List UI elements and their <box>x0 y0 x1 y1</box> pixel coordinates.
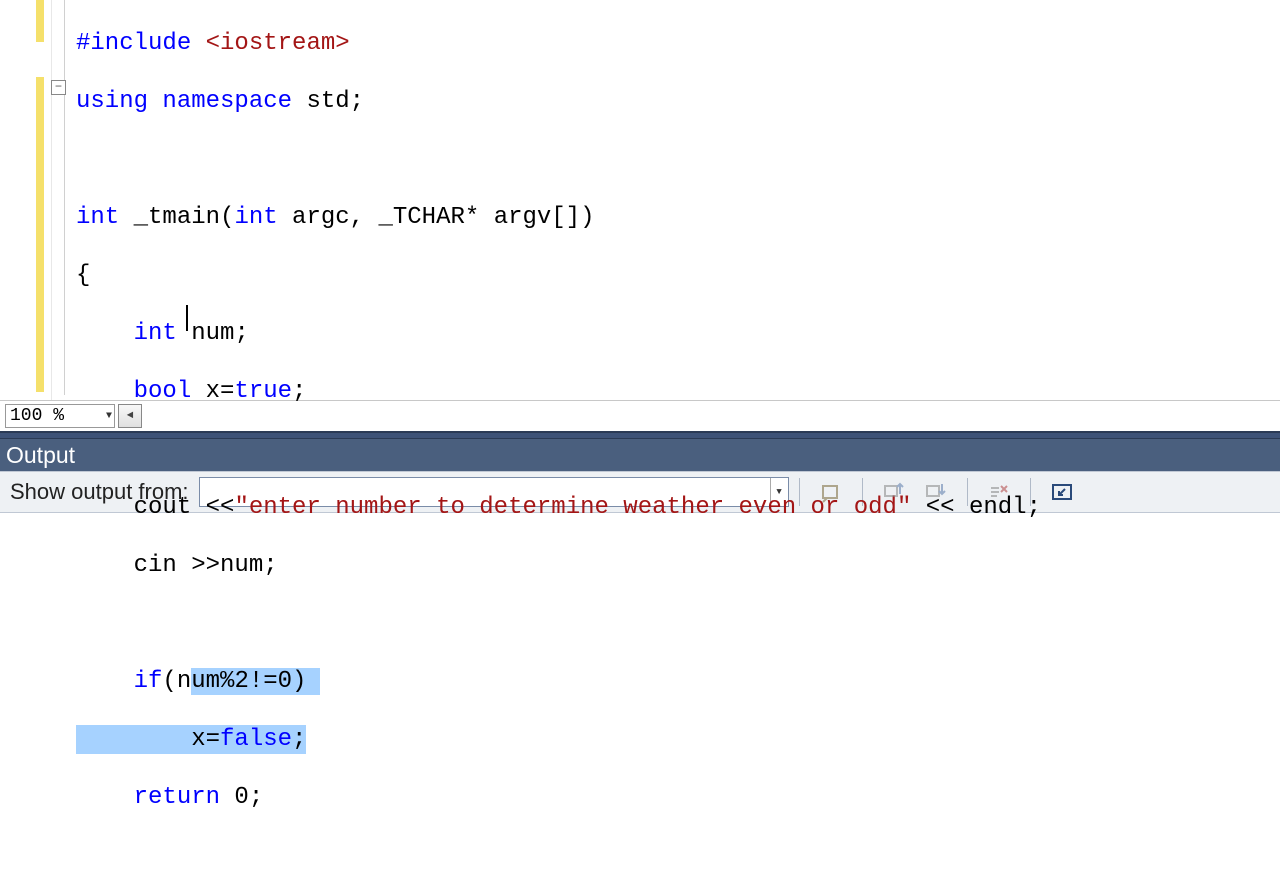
include-path: <iostream> <box>191 30 349 57</box>
code-text: argc, _TCHAR* argv[]) <box>278 204 595 231</box>
code-text: 0; <box>220 784 263 811</box>
code-text: cin >>num; <box>76 552 278 579</box>
code-editor[interactable]: − #include <iostream> using namespace st… <box>0 0 1280 400</box>
code-text: (n <box>162 668 191 695</box>
keyword: int <box>76 204 119 231</box>
editor-gutter: − <box>0 0 52 400</box>
next-message-button[interactable] <box>919 477 953 507</box>
toggle-word-wrap-button[interactable] <box>1045 477 1079 507</box>
clear-all-button[interactable] <box>982 477 1016 507</box>
keyword: #include <box>76 30 191 57</box>
keyword: int <box>234 204 277 231</box>
collapse-toggle[interactable]: − <box>51 80 66 95</box>
keyword: namespace <box>162 88 292 115</box>
code-content[interactable]: #include <iostream> using namespace std;… <box>52 0 1041 400</box>
keyword: return <box>134 784 220 811</box>
selected-text: x=false; <box>76 725 306 754</box>
code-text: ; <box>292 378 306 405</box>
code-text: std; <box>292 88 364 115</box>
string-literal: "enter number to determine weather even … <box>234 494 911 521</box>
previous-message-button[interactable] <box>877 477 911 507</box>
selected-text: um%2!=0) <box>191 668 306 695</box>
outline-guide <box>64 0 65 395</box>
code-text: _tmain( <box>119 204 234 231</box>
keyword: false <box>220 726 292 753</box>
find-message-button[interactable] <box>814 477 848 507</box>
code-text: cout << <box>76 494 234 521</box>
keyword: bool <box>134 378 192 405</box>
keyword: int <box>134 320 177 347</box>
keyword: using <box>76 88 148 115</box>
code-text: x= <box>191 378 234 405</box>
keyword: if <box>134 668 163 695</box>
text-caret <box>186 305 188 331</box>
code-text: { <box>76 262 90 289</box>
zoom-value: 100 % <box>10 406 64 426</box>
keyword: true <box>234 378 292 405</box>
